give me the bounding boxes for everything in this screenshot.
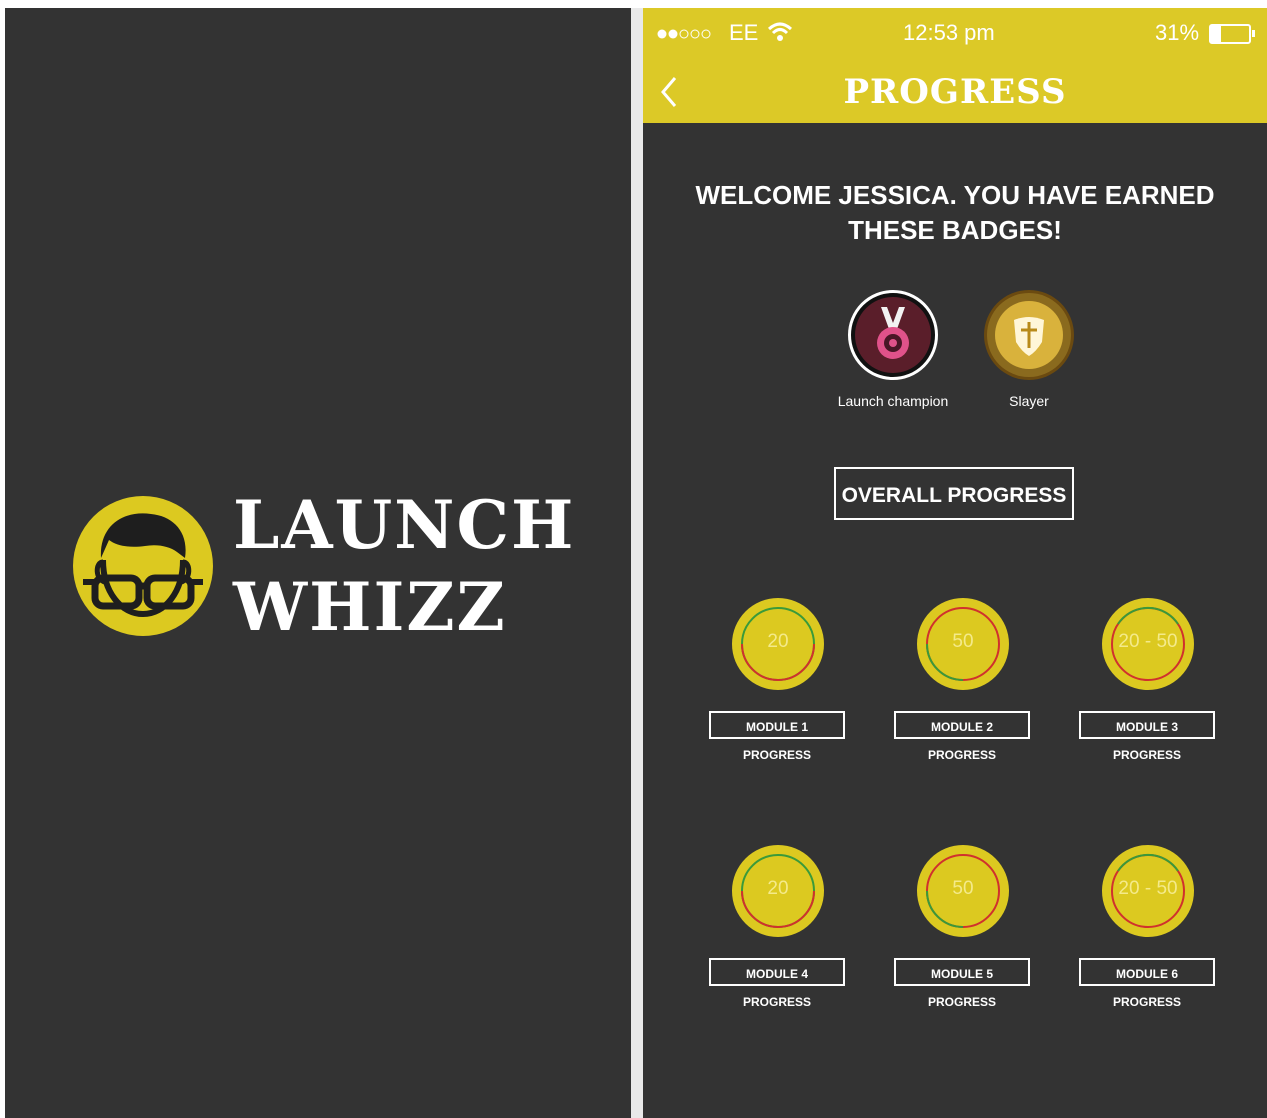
module-3-ring-value: 20 - 50 — [1118, 631, 1178, 652]
module-2-ring-value: 50 — [952, 631, 974, 652]
wifi-icon — [767, 22, 793, 41]
module-6-ring-value: 20 - 50 — [1118, 878, 1178, 899]
module-1-ring-value: 20 — [767, 631, 789, 652]
module-5-progress-button[interactable]: MODULE 5 PROGRESS — [894, 958, 1030, 1009]
module-4-progress-button[interactable]: MODULE 4 PROGRESS — [709, 958, 845, 1009]
logo-icon — [73, 496, 213, 636]
medal-icon — [855, 297, 931, 373]
badge-slayer[interactable] — [984, 290, 1074, 380]
battery-icon — [1209, 24, 1255, 44]
progress-screen: EE 12:53 pm 31% PROGRESS WELCOME JESSICA… — [643, 8, 1267, 1118]
badge-label-slayer: Slayer — [1009, 393, 1049, 409]
module-5-progress-ring: 50 — [917, 845, 1009, 937]
page-title: PROGRESS — [843, 72, 1067, 112]
module-2-progress-button[interactable]: MODULE 2 PROGRESS — [894, 711, 1030, 762]
module-3-progress-ring: 20 - 50 — [1102, 598, 1194, 690]
welcome-line1: WELCOME JESSICA. YOU HAVE EARNED — [695, 180, 1215, 210]
badge-launch-champion[interactable] — [848, 290, 938, 380]
module-6-progress-button[interactable]: MODULE 6 PROGRESS — [1079, 958, 1215, 1009]
status-time: 12:53 pm — [903, 20, 995, 45]
welcome-message: WELCOME JESSICA. YOU HAVE EARNED THESE B… — [643, 178, 1267, 248]
welcome-line2: THESE BADGES! — [848, 215, 1062, 245]
module-6-progress-ring: 20 - 50 — [1102, 845, 1194, 937]
battery-percent: 31% — [1155, 20, 1200, 45]
module-1-progress-ring: 20 — [732, 598, 824, 690]
module-2-progress-ring: 50 — [917, 598, 1009, 690]
module-5-ring-value: 50 — [952, 878, 974, 899]
splash-screen: LAUNCH WHIZZ — [5, 8, 631, 1118]
signal-strength-icon — [657, 29, 711, 39]
carrier-label: EE — [729, 20, 759, 45]
header-bar: EE 12:53 pm 31% PROGRESS — [643, 8, 1267, 123]
module-4-progress-ring: 20 — [732, 845, 824, 937]
screen-divider — [631, 8, 643, 1118]
module-1-progress-button[interactable]: MODULE 1 PROGRESS — [709, 711, 845, 762]
overall-progress-button[interactable]: OVERALL PROGRESS — [834, 467, 1074, 520]
logo-title-line2: WHIZZ — [233, 568, 507, 646]
module-3-progress-button[interactable]: MODULE 3 PROGRESS — [1079, 711, 1215, 762]
shield-icon — [987, 293, 1071, 377]
module-4-ring-value: 20 — [767, 878, 789, 899]
logo-title-line1: LAUNCH — [233, 486, 576, 564]
